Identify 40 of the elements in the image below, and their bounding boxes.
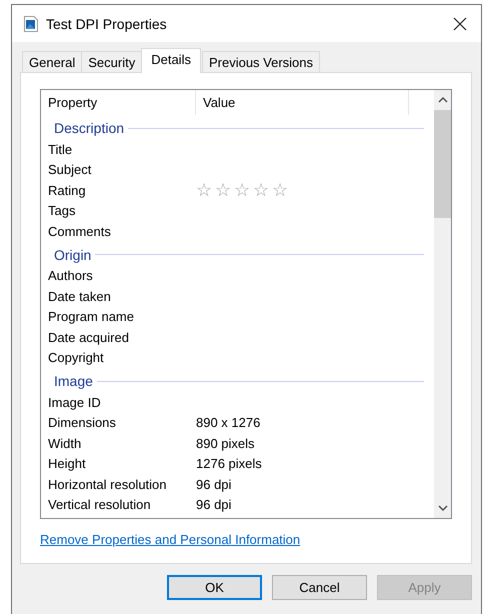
property-name: Date acquired bbox=[47, 330, 130, 345]
close-icon[interactable] bbox=[453, 16, 467, 30]
property-value: 890 x 1276 bbox=[196, 415, 260, 430]
property-name: Height bbox=[47, 456, 87, 472]
scrollbar[interactable] bbox=[434, 90, 451, 518]
tab[interactable]: Security bbox=[81, 51, 142, 73]
property-name: Vertical resolution bbox=[47, 497, 152, 512]
tab[interactable]: Previous Versions bbox=[202, 51, 320, 73]
property-name: Program name bbox=[47, 309, 135, 324]
scroll-up-icon[interactable] bbox=[438, 97, 448, 103]
property-value: 96 dpi bbox=[196, 476, 232, 492]
property-name: Copyright bbox=[47, 350, 105, 366]
group-header: Description bbox=[54, 120, 124, 136]
property-name: Date taken bbox=[47, 288, 112, 304]
property-name: Tags bbox=[47, 203, 76, 218]
remove-properties-link[interactable]: Remove Properties and Personal Information bbox=[40, 532, 300, 547]
tab[interactable]: Details bbox=[141, 48, 201, 73]
column-header[interactable]: Property bbox=[41, 90, 196, 115]
property-name: Horizontal resolution bbox=[47, 476, 168, 492]
tab[interactable]: General bbox=[22, 51, 82, 73]
property-name: Title bbox=[47, 142, 74, 157]
property-name: Subject bbox=[47, 162, 92, 178]
dialog-button[interactable]: OK bbox=[167, 575, 262, 600]
property-name: Dimensions bbox=[47, 415, 117, 430]
property-name: Authors bbox=[47, 268, 94, 284]
group-header: Image bbox=[54, 373, 93, 389]
property-name: Rating bbox=[47, 182, 87, 198]
scroll-thumb[interactable] bbox=[434, 110, 451, 218]
property-value: 890 pixels bbox=[196, 436, 255, 451]
property-value: 96 dpi bbox=[196, 497, 232, 512]
scroll-down-icon[interactable] bbox=[438, 505, 448, 511]
property-value: 1276 pixels bbox=[196, 456, 262, 472]
column-header[interactable]: Value bbox=[196, 90, 409, 115]
image-file-icon bbox=[24, 16, 38, 32]
window-title: Test DPI Properties bbox=[46, 16, 168, 32]
property-name: Width bbox=[47, 436, 82, 451]
dialog-button[interactable]: Cancel bbox=[272, 575, 367, 600]
group-header: Origin bbox=[54, 246, 92, 262]
property-name: Image ID bbox=[47, 394, 102, 410]
property-name: Comments bbox=[47, 224, 112, 239]
